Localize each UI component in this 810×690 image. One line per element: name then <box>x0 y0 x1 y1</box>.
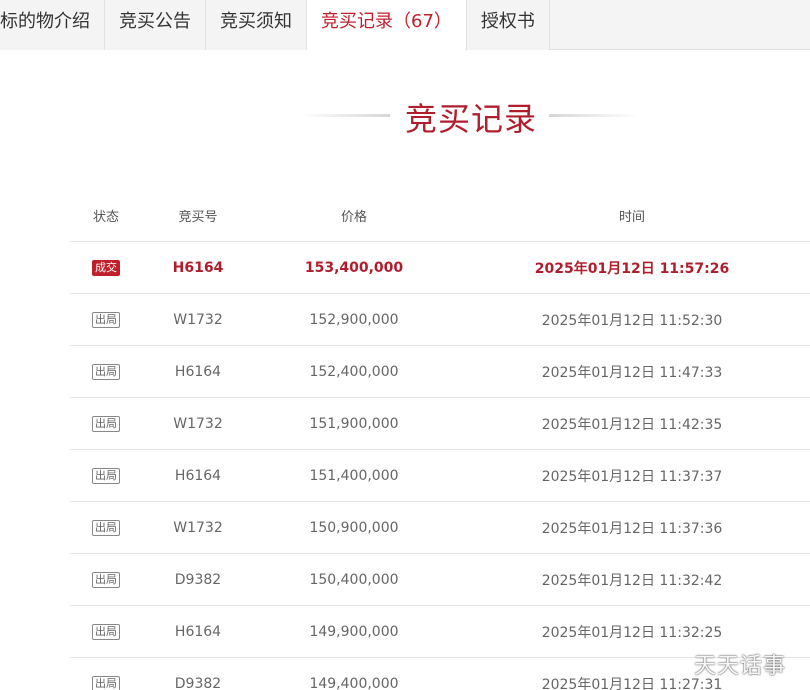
table-header: 状态 竞买号 价格 时间 <box>70 190 810 242</box>
status-badge: 出局 <box>92 572 120 588</box>
bid-price: 153,400,000 <box>304 259 404 276</box>
bid-time: 2025年01月12日 11:37:37 <box>541 468 723 485</box>
tab-authorization[interactable]: 授权书 <box>466 0 550 50</box>
bid-time: 2025年01月12日 11:47:33 <box>541 364 723 381</box>
bid-no: D9382 <box>174 571 222 588</box>
status-badge: 出局 <box>92 468 120 484</box>
bid-price: 149,900,000 <box>309 623 399 640</box>
table-row: 出局 H6164 151,400,000 2025年01月12日 11:37:3… <box>70 450 810 502</box>
status-badge: 出局 <box>92 520 120 536</box>
bid-records-table: 状态 竞买号 价格 时间 成交 H6164 153,400,000 2025年0… <box>70 190 810 690</box>
bid-time: 2025年01月12日 11:42:35 <box>541 416 723 433</box>
tab-bid-records[interactable]: 竞买记录（67） <box>307 0 467 51</box>
bid-price: 150,400,000 <box>309 571 399 588</box>
status-badge: 出局 <box>92 676 120 690</box>
table-row: 出局 W1732 151,900,000 2025年01月12日 11:42:3… <box>70 398 810 450</box>
status-badge: 出局 <box>92 624 120 640</box>
bid-price: 151,900,000 <box>309 415 399 432</box>
header-price: 价格 <box>340 210 367 225</box>
table-row: 出局 W1732 150,900,000 2025年01月12日 11:37:3… <box>70 502 810 554</box>
bid-price: 149,400,000 <box>309 675 399 690</box>
tab-item-intro[interactable]: 标的物介绍 <box>0 0 105 50</box>
status-badge: 出局 <box>92 312 120 328</box>
bid-no: H6164 <box>174 363 222 380</box>
bid-no: H6164 <box>174 467 222 484</box>
bid-no: W1732 <box>173 311 223 328</box>
bid-no: W1732 <box>173 519 223 536</box>
status-badge: 成交 <box>92 260 120 276</box>
bid-time: 2025年01月12日 11:37:36 <box>541 520 723 537</box>
bid-price: 152,900,000 <box>309 311 399 328</box>
bid-price: 150,900,000 <box>309 519 399 536</box>
table-row: 出局 D9382 150,400,000 2025年01月12日 11:32:4… <box>70 554 810 606</box>
watermark: 天天话事 <box>694 654 787 679</box>
bid-no: D9382 <box>174 675 222 690</box>
table-row: 成交 H6164 153,400,000 2025年01月12日 11:57:2… <box>70 242 810 294</box>
header-time: 时间 <box>618 210 645 225</box>
status-badge: 出局 <box>92 364 120 380</box>
bid-price: 151,400,000 <box>309 467 399 484</box>
title-divider-right <box>549 114 639 117</box>
bid-time: 2025年01月12日 11:52:30 <box>541 312 723 329</box>
table-row: 出局 W1732 152,900,000 2025年01月12日 11:52:3… <box>70 294 810 346</box>
bid-time: 2025年01月12日 11:32:25 <box>541 624 723 641</box>
section-title: 竞买记录 <box>0 92 810 142</box>
header-bid-no: 竞买号 <box>178 210 218 225</box>
bid-no: H6164 <box>174 623 222 640</box>
section-title-text: 竞买记录 <box>405 100 538 138</box>
bid-no: W1732 <box>173 415 223 432</box>
bid-time: 2025年01月12日 11:32:42 <box>541 572 723 589</box>
header-status: 状态 <box>92 210 119 225</box>
tab-announcement[interactable]: 竞买公告 <box>105 0 206 50</box>
status-badge: 出局 <box>92 416 120 432</box>
tab-notice[interactable]: 竞买须知 <box>206 0 307 50</box>
table-row: 出局 H6164 152,400,000 2025年01月12日 11:47:3… <box>70 346 810 398</box>
bid-price: 152,400,000 <box>309 363 399 380</box>
bid-time: 2025年01月12日 11:57:26 <box>534 260 730 277</box>
title-divider-left <box>300 114 390 117</box>
tab-bar: 标的物介绍 竞买公告 竞买须知 竞买记录（67） 授权书 <box>0 0 810 51</box>
bid-no: H6164 <box>172 259 224 276</box>
